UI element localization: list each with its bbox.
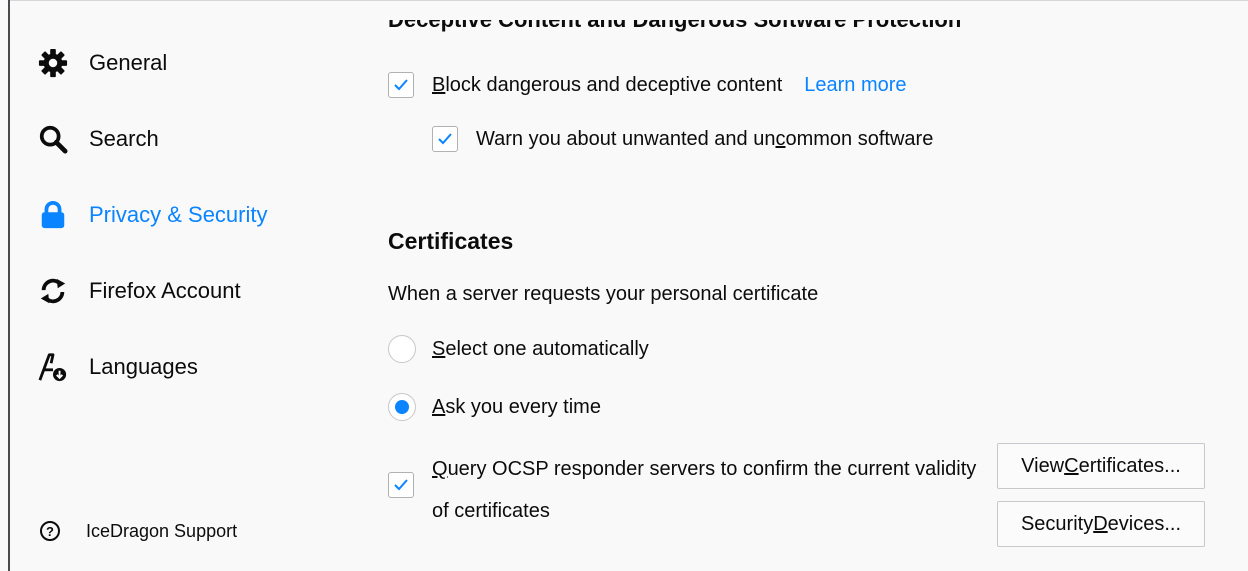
sidebar-item-general[interactable]: General <box>38 39 167 87</box>
ocsp-label[interactable]: Query OCSP responder servers to confirm … <box>432 448 992 532</box>
block-dangerous-row: Block dangerous and deceptive content Le… <box>388 71 907 99</box>
block-dangerous-label[interactable]: Block dangerous and deceptive content <box>432 74 782 97</box>
sidebar-item-label: Firefox Account <box>89 278 241 303</box>
select-automatically-row: Select one automatically <box>388 334 649 364</box>
sidebar-item-search[interactable]: Search <box>38 115 159 163</box>
select-automatically-radio[interactable] <box>388 335 416 363</box>
learn-more-link[interactable]: Learn more <box>804 74 906 97</box>
sidebar-item-firefox-account[interactable]: Firefox Account <box>38 267 241 315</box>
certificates-heading: Certificates <box>388 228 514 254</box>
sidebar-item-label: Search <box>89 126 159 151</box>
svg-text:?: ? <box>46 524 54 539</box>
ocsp-checkbox[interactable] <box>388 472 414 498</box>
languages-icon <box>38 351 68 383</box>
checkmark-icon <box>394 479 408 491</box>
sidebar-item-label: General <box>89 50 168 75</box>
support-label: IceDragon Support <box>86 520 238 541</box>
sidebar-item-label: Languages <box>89 354 198 379</box>
select-automatically-label[interactable]: Select one automatically <box>432 338 649 361</box>
support-link[interactable]: ? IceDragon Support <box>38 516 237 546</box>
deceptive-content-heading: Deceptive Content and Dangerous Software… <box>388 20 961 42</box>
gear-icon <box>38 47 68 79</box>
sync-icon <box>38 275 68 307</box>
preferences-content: Deceptive Content and Dangerous Software… <box>388 0 1248 571</box>
sidebar-item-privacy-security[interactable]: Privacy & Security <box>38 191 268 239</box>
radio-selected-dot <box>395 400 409 414</box>
sidebar-item-label: Privacy & Security <box>89 202 268 227</box>
certificates-description: When a server requests your personal cer… <box>388 283 819 305</box>
warn-unwanted-label[interactable]: Warn you about unwanted and uncommon sof… <box>476 128 933 151</box>
lock-icon <box>38 199 68 231</box>
block-dangerous-checkbox[interactable] <box>388 72 414 98</box>
sidebar: General Search Privacy & Security Firefo… <box>10 0 330 571</box>
checkmark-icon <box>394 79 408 91</box>
ask-every-time-label[interactable]: Ask you every time <box>432 396 601 419</box>
ask-every-time-radio[interactable] <box>388 393 416 421</box>
warn-unwanted-checkbox[interactable] <box>432 126 458 152</box>
security-devices-button[interactable]: Security Devices... <box>997 501 1205 547</box>
ask-every-time-row: Ask you every time <box>388 392 601 422</box>
help-icon: ? <box>38 519 62 543</box>
checkmark-icon <box>438 133 452 145</box>
view-certificates-button[interactable]: View Certificates... <box>997 443 1205 489</box>
search-icon <box>38 123 68 155</box>
sidebar-item-languages[interactable]: Languages <box>38 343 198 391</box>
warn-unwanted-row: Warn you about unwanted and uncommon sof… <box>432 125 933 153</box>
